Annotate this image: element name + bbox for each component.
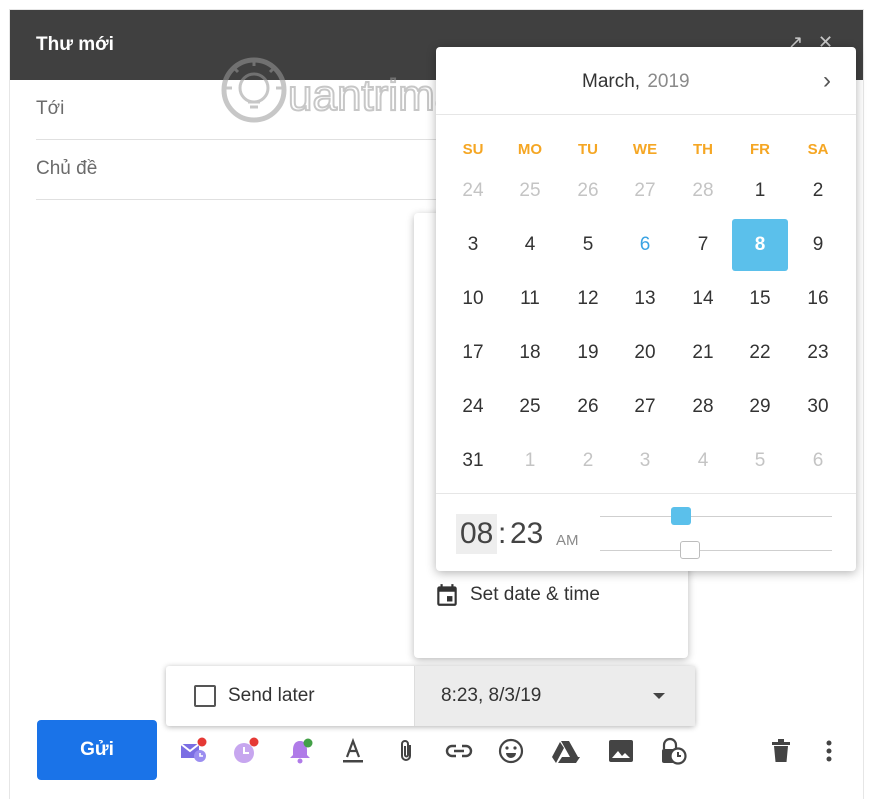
calendar-month: March,: [582, 71, 641, 92]
calendar-day[interactable]: 9: [790, 219, 846, 271]
calendar-day: 4: [697, 450, 709, 471]
confidential-mode-icon[interactable]: [656, 734, 690, 768]
schedule-value: 8:23, 8/3/19: [441, 685, 542, 706]
calendar-day[interactable]: 4: [502, 219, 558, 271]
weekday-we: WE: [632, 141, 658, 158]
send-button[interactable]: Gửi: [37, 720, 157, 780]
minute-value[interactable]: 23: [510, 514, 543, 554]
time-separator: :: [498, 517, 507, 550]
send-later-bar: Send later 8:23, 8/3/19: [166, 666, 695, 726]
calendar-day[interactable]: 26: [560, 381, 616, 433]
calendar-day[interactable]: 31: [445, 435, 501, 487]
calendar-day[interactable]: 28: [675, 381, 731, 433]
calendar-day[interactable]: 5: [560, 219, 616, 271]
calendar-day[interactable]: 21: [675, 327, 731, 379]
calendar-day[interactable]: 11: [502, 273, 558, 325]
compose-title: Thư mới: [36, 34, 114, 55]
calendar-day: 1: [524, 450, 536, 471]
hour-slider-track[interactable]: [600, 516, 832, 517]
calendar-day[interactable]: 7: [675, 219, 731, 271]
calendar-day: 27: [634, 180, 656, 201]
ampm-value[interactable]: AM: [556, 532, 579, 549]
emoji-icon[interactable]: [494, 734, 528, 768]
calendar-day[interactable]: 10: [445, 273, 501, 325]
time-selector: 08 : 23 AM: [436, 493, 856, 571]
minute-slider-track[interactable]: [600, 550, 832, 551]
calendar-day[interactable]: 12: [560, 273, 616, 325]
calendar-day[interactable]: 24: [445, 381, 501, 433]
to-field[interactable]: Tới: [36, 80, 456, 140]
reminder-icon[interactable]: [228, 734, 262, 768]
calendar-day[interactable]: 29: [732, 381, 788, 433]
dropdown-arrow-icon: [653, 693, 665, 699]
text-format-icon[interactable]: [336, 734, 370, 768]
weekday-tu: TU: [578, 141, 598, 158]
minute-slider-thumb[interactable]: [680, 541, 701, 559]
calendar-day[interactable]: 27: [617, 381, 673, 433]
calendar-month-year: March, 2019: [582, 71, 690, 93]
weekday-fr: FR: [750, 141, 770, 158]
calendar-day[interactable]: 23: [790, 327, 846, 379]
calendar-day[interactable]: 22: [732, 327, 788, 379]
calendar-year: 2019: [647, 71, 690, 92]
calendar-day[interactable]: 25: [502, 381, 558, 433]
calendar-icon: [437, 584, 457, 606]
calendar-day[interactable]: 14: [675, 273, 731, 325]
calendar-day[interactable]: 3: [445, 219, 501, 271]
calendar-day: 2: [582, 450, 594, 471]
to-label: Tới: [36, 98, 65, 119]
calendar-day[interactable]: 19: [560, 327, 616, 379]
calendar-day[interactable]: 17: [445, 327, 501, 379]
insert-link-icon[interactable]: [442, 734, 476, 768]
calendar-day: 6: [812, 450, 824, 471]
calendar-day: 5: [754, 450, 766, 471]
calendar-day[interactable]: 16: [790, 273, 846, 325]
calendar-day[interactable]: 13: [617, 273, 673, 325]
notification-bell-icon[interactable]: [284, 734, 318, 768]
calendar-day: 25: [519, 180, 541, 201]
attach-file-icon[interactable]: [390, 734, 424, 768]
hour-value[interactable]: 08: [456, 514, 498, 554]
date-time-picker: March, 2019 › SU MO TU WE TH FR SA 24 25 26 27 28 1…: [436, 47, 856, 571]
calendar-day: 24: [462, 180, 484, 201]
calendar-day: 26: [577, 180, 599, 201]
send-later-checkbox[interactable]: [194, 685, 216, 707]
calendar-day[interactable]: 20: [617, 327, 673, 379]
set-date-time-label: Set date & time: [470, 584, 600, 605]
more-options-icon[interactable]: [812, 734, 846, 768]
weekday-sa: SA: [807, 141, 829, 158]
weekday-su: SU: [462, 141, 484, 158]
subject-label: Chủ đề: [36, 158, 98, 179]
trash-icon[interactable]: [764, 734, 798, 768]
calendar-day: 28: [692, 180, 714, 201]
subject-field[interactable]: Chủ đề: [36, 140, 456, 200]
calendar-day[interactable]: 18: [502, 327, 558, 379]
hour-slider-thumb[interactable]: [671, 507, 692, 525]
set-date-time-option[interactable]: Set date & time: [434, 577, 600, 613]
calendar-day: 3: [639, 450, 651, 471]
insert-photo-icon[interactable]: [604, 734, 638, 768]
calendar-day[interactable]: 2: [790, 165, 846, 217]
calendar-day[interactable]: 6: [617, 219, 673, 271]
weekday-th: TH: [693, 141, 713, 158]
calendar-header: March, 2019 ›: [436, 47, 856, 115]
calendar-day[interactable]: 1: [732, 165, 788, 217]
schedule-dropdown[interactable]: 8:23, 8/3/19: [414, 666, 695, 726]
calendar-day[interactable]: 15: [732, 273, 788, 325]
calendar-day[interactable]: 8: [732, 219, 788, 271]
google-drive-icon[interactable]: [548, 734, 582, 768]
calendar-day[interactable]: 30: [790, 381, 846, 433]
weekday-mo: MO: [517, 141, 543, 158]
schedule-send-icon[interactable]: [176, 734, 210, 768]
next-month-button[interactable]: ›: [812, 67, 842, 97]
send-later-label[interactable]: Send later: [228, 685, 315, 707]
